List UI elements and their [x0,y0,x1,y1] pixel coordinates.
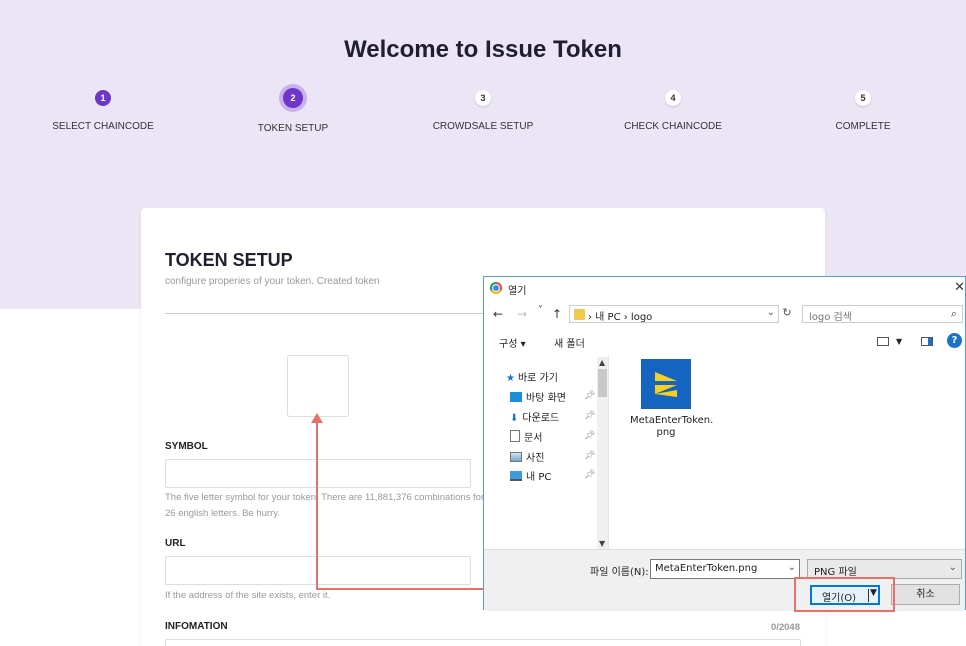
filetype-value: PNG 파일 [814,567,857,578]
annotation-highlight-box [794,577,895,612]
step-token-setup[interactable]: 2 TOKEN SETUP [213,88,373,134]
pc-icon [510,471,522,481]
toolbar: 구성 ▾ 새 폴더 ▼ ? [484,333,965,351]
step-label: COMPLETE [835,121,891,132]
search-placeholder: logo 검색 [809,312,852,323]
card-description: configure properies of your token. Creat… [165,276,380,287]
step-label: SELECT CHAINCODE [52,121,154,132]
dialog-title: 열기 [508,286,527,297]
preview-pane-icon[interactable] [921,337,933,346]
information-label: INFOMATION [165,621,228,632]
nav-scrollbar[interactable]: ▲ ▼ [597,357,608,549]
nav-item-this-pc[interactable]: 내 PC [510,468,551,483]
nav-item-label: 내 PC [526,472,552,483]
pin-icon: 📌︎ [584,451,596,461]
view-dropdown-icon[interactable]: ▼ [896,337,902,346]
filetype-select[interactable]: PNG 파일 ⌄ [807,559,962,579]
step-number: 4 [665,90,681,106]
nav-item-label: 다운로드 [522,413,560,424]
search-icon: ⌕ [950,307,957,320]
symbol-help: The five letter symbol for your token. T… [165,492,485,519]
search-input[interactable]: logo 검색 ⌕ [802,305,963,323]
nav-item-documents[interactable]: 문서 [510,429,542,444]
picture-icon [510,452,522,462]
nav-item-desktop[interactable]: 바탕 화면 [510,389,566,404]
card-title: TOKEN SETUP [165,250,293,270]
filename-input[interactable]: MetaEnterToken.png ⌄ [650,559,800,579]
recent-locations-icon[interactable]: ˅ [538,305,543,316]
url-input[interactable] [165,556,471,585]
nav-item-label: 문서 [524,433,543,444]
back-arrow-icon[interactable]: ← [493,307,503,321]
nav-item-quick-access[interactable]: ★ 바로 가기 [506,369,558,384]
step-number: 2 [283,88,303,108]
step-select-chaincode[interactable]: 1 SELECT CHAINCODE [23,88,183,132]
step-check-chaincode[interactable]: 4 CHECK CHAINCODE [593,88,753,132]
filename-label: 파일 이름(N): [590,567,649,578]
nav-item-label: 바탕 화면 [526,393,566,404]
step-label: TOKEN SETUP [257,123,329,134]
pane-divider [608,355,609,549]
metaenter-logo-icon [641,359,691,409]
file-open-dialog: 열기 ✕ ← → ˅ ↑ › 내 PC › logo ⌄ ↻ logo 검색 ⌕… [483,276,966,611]
file-name-line: png [656,427,676,438]
pin-icon: 📌︎ [584,431,596,441]
nav-item-label: 바로 가기 [517,373,558,384]
address-row: ← → ˅ ↑ › 내 PC › logo ⌄ ↻ logo 검색 ⌕ [484,305,965,325]
page-title: Welcome to Issue Token [344,36,622,63]
up-arrow-icon[interactable]: ↑ [552,307,562,321]
new-folder-button[interactable]: 새 폴더 [554,335,585,350]
file-name: MetaEnterToken. png [630,415,714,439]
file-name-line: MetaEnterToken. [630,415,714,426]
close-icon[interactable]: ✕ [954,280,965,295]
pin-icon: 📌︎ [584,470,596,480]
star-icon: ★ [506,373,515,384]
organize-button[interactable]: 구성 ▾ [499,335,526,350]
url-label: URL [165,538,186,549]
desktop-icon [510,392,522,402]
dialog-titlebar: 열기 ✕ [484,277,965,299]
scroll-down-icon[interactable]: ▼ [599,539,605,548]
step-label: CROWDSALE SETUP [432,121,534,132]
chrome-icon [490,282,502,294]
step-label: CHECK CHAINCODE [624,121,722,132]
file-item[interactable]: MetaEnterToken. png [630,359,714,439]
filename-value: MetaEnterToken.png [655,563,758,574]
annotation-arrowhead [311,413,323,423]
nav-item-label: 사진 [526,453,545,464]
document-icon [510,430,520,442]
chevron-down-icon: ⌄ [948,562,957,573]
symbol-label: SYMBOL [165,441,208,452]
scroll-up-icon[interactable]: ▲ [599,358,605,367]
step-number: 3 [475,90,491,106]
step-number: 1 [95,90,111,106]
step-number: 5 [855,90,871,106]
address-bar[interactable]: › 내 PC › logo ⌄ [569,305,779,323]
annotation-line [316,420,318,590]
step-crowdsale-setup[interactable]: 3 CROWDSALE SETUP [403,88,563,132]
pin-icon: 📌︎ [584,391,596,401]
nav-item-downloads[interactable]: ⬇ 다운로드 [510,409,559,424]
scroll-thumb[interactable] [598,369,607,397]
step-complete[interactable]: 5 COMPLETE [783,88,943,132]
cancel-button[interactable]: 취소 [891,584,960,605]
breadcrumb: › 내 PC › logo [588,312,653,323]
view-options-icon[interactable] [877,337,889,346]
download-icon: ⬇ [510,413,519,424]
forward-arrow-icon[interactable]: → [517,307,527,321]
help-icon[interactable]: ? [947,333,962,348]
symbol-input[interactable] [165,459,471,488]
folder-icon [574,309,585,320]
url-help: If the address of the site exists, enter… [165,590,331,601]
logo-upload-box[interactable] [287,355,349,417]
chevron-down-icon[interactable]: ⌄ [788,562,796,573]
nav-item-pictures[interactable]: 사진 [510,449,544,464]
chevron-down-icon[interactable]: ⌄ [767,307,775,318]
pin-icon: 📌︎ [584,411,596,421]
information-counter: 0/2048 [770,622,800,633]
refresh-icon[interactable]: ↻ [780,306,794,324]
navigation-pane: ★ 바로 가기 바탕 화면 📌︎ ⬇ 다운로드 📌︎ 문서 📌︎ 사진 📌︎ 내 P… [484,355,608,547]
information-input[interactable] [165,639,801,646]
